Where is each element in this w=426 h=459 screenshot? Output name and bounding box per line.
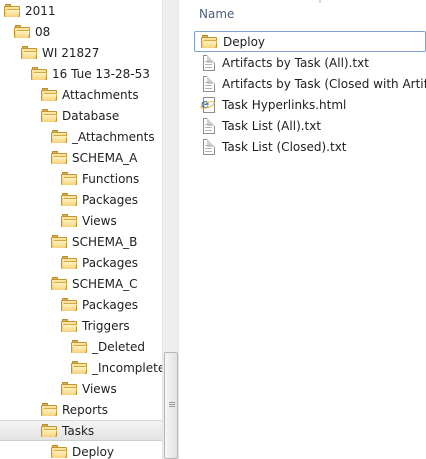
tree-item-label: Views: [82, 381, 117, 396]
tree-item-label: Triggers: [82, 318, 130, 333]
tree-item-label: Packages: [82, 297, 138, 312]
tree-item-label: _Deleted: [92, 339, 146, 354]
file-item-label: Task List (All).txt: [222, 118, 322, 133]
tree-item-schema-b[interactable]: SCHEMA_B: [0, 231, 162, 252]
folder-icon: [61, 318, 77, 333]
folder-icon: [51, 444, 67, 459]
navigation-tree[interactable]: 2011 08 WI 21827 16 Tue 13-28-53 Attachm…: [0, 0, 178, 459]
scrollbar-thumb[interactable]: [164, 352, 178, 459]
tree-item-packages-a[interactable]: Packages: [0, 189, 162, 210]
text-file-icon: [202, 117, 216, 134]
sort-ascending-icon: ˄: [318, 0, 322, 9]
tree-item-08[interactable]: 08: [0, 21, 162, 42]
tree-item-label: Database: [62, 108, 120, 123]
file-item-artifacts-all[interactable]: Artifacts by Task (All).txt: [195, 52, 426, 73]
tree-item-label: Reports: [62, 402, 109, 417]
file-item-label: Deploy: [223, 34, 266, 49]
tree-item-triggers[interactable]: Triggers: [0, 315, 162, 336]
file-item-task-list-closed[interactable]: Task List (Closed).txt: [195, 136, 426, 157]
tree-item-schema-a[interactable]: SCHEMA_A: [0, 147, 162, 168]
tree-item-tasks[interactable]: Tasks: [0, 420, 162, 441]
tree-item-label: Views: [82, 213, 117, 228]
folder-icon: [61, 255, 77, 270]
tree-item-label: Packages: [82, 192, 138, 207]
folder-icon: [51, 276, 67, 291]
folder-icon: [31, 66, 47, 81]
file-item-deploy-folder[interactable]: Deploy: [194, 31, 426, 52]
folder-icon: [61, 213, 77, 228]
folder-icon: [4, 3, 20, 18]
tree-item-label: Packages: [82, 255, 138, 270]
tree-item-label: Deploy: [72, 444, 115, 459]
tree-item-label: WI 21827: [42, 45, 100, 60]
file-item-label: Artifacts by Task (Closed with Artifacts…: [222, 76, 426, 91]
tree-item-packages-c[interactable]: Packages: [0, 294, 162, 315]
tree-item-label: 16 Tue 13-28-53: [52, 66, 150, 81]
text-file-icon: [202, 54, 216, 71]
file-item-label: Task List (Closed).txt: [222, 139, 347, 154]
folder-icon: [41, 402, 57, 417]
file-item-artifacts-closed[interactable]: Artifacts by Task (Closed with Artifacts…: [195, 73, 426, 94]
folder-icon: [51, 234, 67, 249]
column-header-label: Name: [199, 7, 235, 21]
tree-item-database[interactable]: Database: [0, 105, 162, 126]
column-header-name[interactable]: Name ˄: [184, 0, 426, 28]
folder-icon: [51, 129, 67, 144]
tree-item-packages-b[interactable]: Packages: [0, 252, 162, 273]
folder-icon: [61, 381, 77, 396]
file-item-task-list-all[interactable]: Task List (All).txt: [195, 115, 426, 136]
folder-icon: [41, 87, 57, 102]
folder-icon: [71, 339, 87, 354]
tree-item-deploy[interactable]: Deploy: [0, 441, 162, 459]
tree-item-underscore-attachments[interactable]: _Attachments: [0, 126, 162, 147]
tree-item-label: 08: [35, 24, 51, 39]
tree-item-label: 2011: [25, 3, 56, 18]
file-item-label: Task Hyperlinks.html: [222, 97, 347, 112]
tree-item-schema-c[interactable]: SCHEMA_C: [0, 273, 162, 294]
tree-item-wi-21827[interactable]: WI 21827: [0, 42, 162, 63]
html-file-icon: e: [199, 96, 216, 113]
tree-item-views-c[interactable]: Views: [0, 378, 162, 399]
tree-item-label: SCHEMA_A: [72, 150, 138, 165]
folder-icon: [21, 45, 37, 60]
tree-item-deleted[interactable]: _Deleted: [0, 336, 162, 357]
file-list-pane: Name ˄ Deploy Artifacts by Task (All).tx…: [184, 0, 426, 459]
tree-item-label: Attachments: [62, 87, 139, 102]
folder-icon: [61, 297, 77, 312]
folder-icon: [61, 192, 77, 207]
tree-item-label: _Incomplete: [92, 360, 166, 375]
tree-item-2011[interactable]: 2011: [0, 0, 162, 21]
tree-item-reports[interactable]: Reports: [0, 399, 162, 420]
folder-icon: [41, 108, 57, 123]
folder-icon: [51, 150, 67, 165]
tree-item-incomplete[interactable]: _Incomplete: [0, 357, 166, 378]
tree-item-label: Functions: [82, 171, 140, 186]
text-file-icon: [202, 138, 216, 155]
tree-item-functions[interactable]: Functions: [0, 168, 162, 189]
folder-icon: [41, 423, 57, 438]
tree-item-attachments[interactable]: Attachments: [0, 84, 162, 105]
folder-icon: [201, 34, 217, 49]
tree-item-label: _Attachments: [72, 129, 155, 144]
tree-item-views-a[interactable]: Views: [0, 210, 162, 231]
tree-scrollbar[interactable]: [162, 0, 178, 459]
tree-item-label: SCHEMA_B: [72, 234, 138, 249]
folder-icon: [71, 360, 87, 375]
file-item-label: Artifacts by Task (All).txt: [222, 55, 369, 70]
tree-item-16-tue[interactable]: 16 Tue 13-28-53: [0, 63, 162, 84]
tree-item-label: SCHEMA_C: [72, 276, 138, 291]
tree-item-label: Tasks: [62, 423, 95, 438]
folder-icon: [14, 24, 30, 39]
explorer-window: 2011 08 WI 21827 16 Tue 13-28-53 Attachm…: [0, 0, 426, 459]
folder-icon: [61, 171, 77, 186]
text-file-icon: [202, 75, 216, 92]
file-item-task-hyperlinks[interactable]: e Task Hyperlinks.html: [195, 94, 426, 115]
